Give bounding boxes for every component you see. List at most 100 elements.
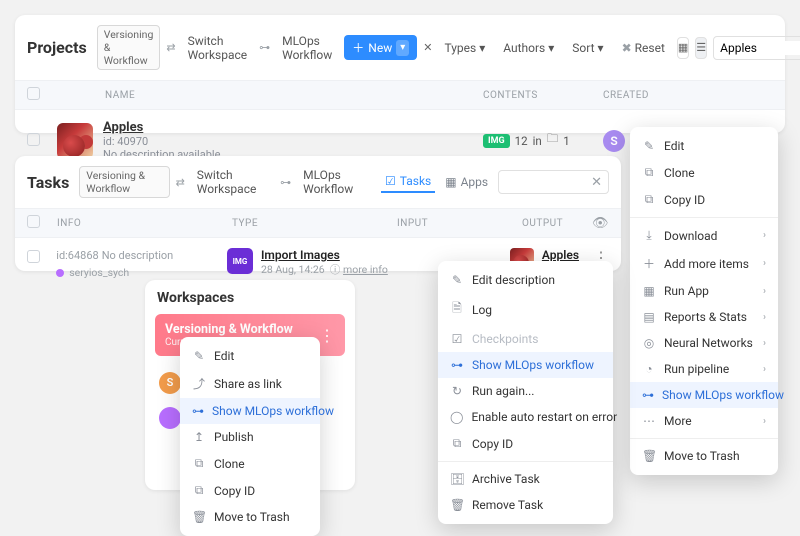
pencil-icon: ✎	[450, 273, 464, 287]
switch-workspace-link[interactable]: Switch Workspace	[191, 164, 274, 200]
task-user: seryios_sych	[69, 266, 129, 279]
row-checkbox[interactable]	[27, 133, 40, 146]
swap-icon: ⇄	[176, 176, 185, 189]
user-status-icon	[56, 269, 64, 277]
tasks-search[interactable]: ✕	[498, 170, 609, 194]
project-name[interactable]: Apples	[103, 120, 483, 135]
grid-view-icon[interactable]: ▦	[677, 37, 689, 59]
tasks-icon: ☑	[385, 174, 396, 188]
projects-search[interactable]: ✕	[713, 36, 800, 60]
nn-icon: ◎	[642, 336, 656, 350]
apps-icon: ▦	[445, 175, 456, 189]
copy-id-icon: ⧉	[450, 436, 464, 451]
download-icon: ⤓	[642, 228, 656, 243]
col-info: INFO	[57, 218, 232, 229]
menu-auto-restart[interactable]: ◯Enable auto restart on error	[438, 404, 613, 430]
menu-edit-description[interactable]: ✎Edit description	[438, 267, 613, 293]
menu-reports[interactable]: ▤Reports & Stats›	[630, 304, 778, 330]
swap-icon: ⇄	[166, 41, 175, 54]
menu-show-mlops[interactable]: ⊶Show MLOps workflow	[438, 352, 613, 378]
projects-title: Projects	[27, 38, 87, 57]
project-thumbnail	[57, 123, 93, 159]
menu-copy-id[interactable]: ⧉Copy ID	[630, 186, 778, 213]
tasks-toolbar: Tasks Versioning & Workflow ⇄ Switch Wor…	[15, 156, 621, 208]
mlops-workflow-link[interactable]: MLOps Workflow	[276, 30, 338, 66]
clear-search-icon[interactable]: ✕	[591, 175, 602, 190]
menu-download[interactable]: ⤓Download›	[630, 222, 778, 249]
img-badge: IMG	[483, 134, 510, 148]
output-name[interactable]: Apples	[542, 248, 579, 262]
task-context-menu: ✎Edit description 🗎Log ☑Checkpoints ⊶Sho…	[438, 261, 613, 524]
menu-trash[interactable]: 🗑Move to Trash	[630, 443, 778, 469]
tasks-panel: Tasks Versioning & Workflow ⇄ Switch Wor…	[15, 156, 621, 271]
project-context-menu: ✎Edit ⧉Clone ⧉Copy ID ⤓Download› ＋Add mo…	[630, 127, 778, 475]
workspace-badge[interactable]: Versioning & Workflow	[97, 25, 161, 70]
workspace-context-menu: ✎Edit ⤴Share as link ⊶Show MLOps workflo…	[180, 337, 320, 536]
new-button[interactable]: ＋New▾	[344, 35, 417, 60]
menu-clone[interactable]: ⧉Clone	[630, 159, 778, 186]
menu-run-app[interactable]: ▦Run App›	[630, 278, 778, 304]
tasks-search-input[interactable]	[505, 175, 585, 189]
select-all-checkbox[interactable]	[27, 215, 40, 228]
menu-more[interactable]: ⋯More›	[630, 408, 778, 434]
switch-workspace-link[interactable]: Switch Workspace	[182, 30, 254, 66]
menu-nn[interactable]: ◎Neural Networks›	[630, 330, 778, 356]
visibility-toggle-icon[interactable]: 👁	[592, 216, 609, 231]
menu-edit[interactable]: ✎Edit	[630, 133, 778, 159]
menu-log[interactable]: 🗎Log	[438, 293, 613, 326]
menu-edit[interactable]: ✎Edit	[180, 343, 320, 369]
list-view-icon[interactable]: ☰	[695, 37, 707, 59]
reset-filter[interactable]: ✖Reset	[616, 37, 671, 59]
pipeline-icon: ◔	[642, 362, 656, 376]
more-icon: ⋯	[642, 414, 656, 428]
row-checkbox[interactable]	[27, 250, 40, 263]
sort-filter[interactable]: Sort▾	[566, 37, 609, 59]
workflow-icon: ⊶	[192, 404, 204, 418]
workflow-icon: ⊶	[642, 388, 654, 402]
col-output: OUTPUT	[522, 218, 592, 229]
workspaces-title: Workspaces	[145, 280, 355, 314]
menu-show-mlops[interactable]: ⊶Show MLOps workflow	[630, 382, 778, 408]
menu-remove[interactable]: 🗑Remove Task	[438, 492, 613, 518]
select-all-checkbox[interactable]	[27, 87, 40, 100]
workflow-icon: ⊶	[280, 176, 291, 189]
tasks-table-header: INFO TYPE INPUT OUTPUT 👁	[15, 208, 621, 238]
task-id: id:64868	[56, 249, 98, 262]
menu-add-more[interactable]: ＋Add more items›	[630, 249, 778, 278]
menu-publish[interactable]: ↥Publish	[180, 424, 320, 450]
menu-show-mlops[interactable]: ⊶Show MLOps workflow	[180, 398, 320, 424]
menu-run-again[interactable]: ↻Run again...	[438, 378, 613, 404]
folder-icon: 🗀	[547, 131, 559, 150]
close-filter-icon[interactable]: ✕	[423, 37, 432, 59]
pencil-icon: ✎	[192, 349, 206, 363]
menu-copy-id[interactable]: ⧉Copy ID	[438, 430, 613, 457]
menu-share-link[interactable]: ⤴Share as link	[180, 369, 320, 398]
archive-icon: 🗄	[450, 472, 464, 486]
copy-id-icon: ⧉	[642, 192, 656, 207]
menu-archive[interactable]: 🗄Archive Task	[438, 466, 613, 492]
col-type: TYPE	[232, 218, 397, 229]
col-created: CREATED	[603, 90, 773, 101]
menu-copy-id[interactable]: ⧉Copy ID	[180, 477, 320, 504]
more-info-link[interactable]: more info	[343, 263, 388, 276]
col-name: NAME	[57, 90, 483, 101]
task-type-badge: IMG	[227, 248, 253, 274]
checkbox-icon: ☑	[450, 332, 464, 346]
creator-avatar: S	[603, 130, 625, 152]
tab-apps[interactable]: ▦Apps	[441, 172, 492, 192]
tab-tasks[interactable]: ☑Tasks	[381, 171, 435, 193]
menu-trash[interactable]: 🗑Move to Trash	[180, 504, 320, 530]
search-input[interactable]	[720, 41, 800, 55]
workflow-icon: ⊶	[450, 358, 464, 372]
mlops-workflow-link[interactable]: MLOps Workflow	[297, 164, 375, 200]
menu-clone[interactable]: ⧉Clone	[180, 450, 320, 477]
types-filter[interactable]: Types▾	[438, 37, 491, 59]
workspace-actions-kebab[interactable]: ⋮	[319, 326, 335, 345]
trash-icon: 🗑	[450, 498, 464, 512]
log-icon: 🗎	[450, 299, 464, 320]
tasks-workspace-badge[interactable]: Versioning & Workflow	[79, 166, 169, 198]
menu-run-pipeline[interactable]: ◔Run pipeline›	[630, 356, 778, 382]
plus-icon: ＋	[642, 255, 656, 272]
task-type-name[interactable]: Import Images	[261, 248, 388, 262]
authors-filter[interactable]: Authors▾	[497, 37, 560, 59]
